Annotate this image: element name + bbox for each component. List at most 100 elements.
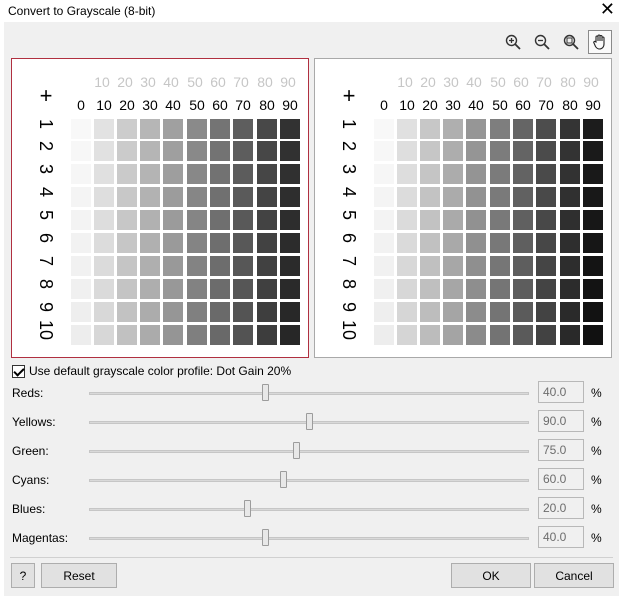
slider-thumb[interactable] xyxy=(244,500,252,517)
swatch-cell xyxy=(233,210,253,230)
swatch-cell xyxy=(536,141,556,161)
swatch-cell xyxy=(397,164,417,184)
swatch-cell xyxy=(257,256,277,276)
swatch-cell xyxy=(140,164,160,184)
slider-value-input[interactable] xyxy=(538,468,584,490)
zoom-in-icon[interactable] xyxy=(501,30,525,54)
swatch-cell xyxy=(490,256,510,276)
profile-option[interactable]: Use default grayscale color profile: Dot… xyxy=(12,363,291,379)
swatch-cell xyxy=(94,187,114,207)
swatch-cell xyxy=(117,119,137,139)
swatch-cell xyxy=(397,233,417,253)
swatch-cell xyxy=(583,233,603,253)
chart-label: 3 xyxy=(36,164,56,174)
swatch-cell xyxy=(71,187,91,207)
swatch-cell xyxy=(490,233,510,253)
slider-track[interactable] xyxy=(89,479,529,482)
swatch-cell xyxy=(466,119,486,139)
slider-value-input[interactable] xyxy=(538,439,584,461)
swatch-cell xyxy=(513,325,533,345)
swatch-cell xyxy=(560,302,580,322)
swatch-cell xyxy=(210,119,230,139)
chart-label: 60 xyxy=(210,74,226,90)
swatch-cell xyxy=(397,141,417,161)
swatch-cell xyxy=(163,210,183,230)
slider-thumb[interactable] xyxy=(262,384,269,401)
slider-thumb[interactable] xyxy=(306,413,313,430)
slider-value-input[interactable] xyxy=(538,526,584,548)
cancel-button[interactable]: Cancel xyxy=(534,563,614,588)
chart-label: 90 xyxy=(282,97,298,113)
swatch-cell xyxy=(163,141,183,161)
zoom-out-icon[interactable] xyxy=(530,30,554,54)
chart-label: 60 xyxy=(515,97,531,113)
reset-button[interactable]: Reset xyxy=(41,563,117,588)
slider-label: Magentas: xyxy=(12,531,69,545)
chart-label: 80 xyxy=(560,74,576,90)
window-title: Convert to Grayscale (8-bit) xyxy=(8,4,156,18)
slider-thumb[interactable] xyxy=(279,471,287,488)
slider-track[interactable] xyxy=(89,392,529,395)
slider-track[interactable] xyxy=(89,450,529,453)
chart-label: 0 xyxy=(77,97,85,113)
swatch-cell xyxy=(536,325,556,345)
swatch-cell xyxy=(560,164,580,184)
swatch-cell xyxy=(374,210,394,230)
preview-converted[interactable]: +10 20 30 40 50 60 70 80 90 0 10 20 30 40 50 60 70 80 90 1 2… xyxy=(314,58,612,358)
close-icon[interactable]: ✕ xyxy=(600,0,615,18)
swatch-cell xyxy=(140,302,160,322)
swatch-cell xyxy=(536,233,556,253)
swatch-cell xyxy=(187,325,207,345)
chart-label: 7 xyxy=(339,256,359,266)
swatch-cell xyxy=(420,141,440,161)
swatch-cell xyxy=(466,210,486,230)
grayscale-chart-original: +10 20 30 40 50 60 70 80 90 0 10 20 30 40 50 60 70 80 90 1 2… xyxy=(36,74,300,345)
chart-label: 80 xyxy=(257,74,273,90)
swatch-cell xyxy=(280,164,300,184)
divider xyxy=(10,557,613,558)
slider-thumb[interactable] xyxy=(262,529,269,546)
profile-checkbox[interactable] xyxy=(12,364,25,378)
swatch-cell xyxy=(374,325,394,345)
zoom-fit-icon[interactable] xyxy=(559,30,583,54)
hand-pan-icon[interactable] xyxy=(588,30,612,54)
swatch-cell xyxy=(513,164,533,184)
slider-value-input[interactable] xyxy=(538,381,584,403)
chart-label: + xyxy=(40,83,53,108)
slider-label: Yellows: xyxy=(12,415,56,429)
swatch-cell xyxy=(490,141,510,161)
swatch-cell xyxy=(233,302,253,322)
slider-thumb[interactable] xyxy=(292,442,300,459)
swatch-cell xyxy=(140,119,160,139)
grayscale-chart-converted: +10 20 30 40 50 60 70 80 90 0 10 20 30 40 50 60 70 80 90 1 2… xyxy=(339,74,603,345)
chart-label: 50 xyxy=(187,74,203,90)
swatch-cell xyxy=(513,233,533,253)
swatch-cell xyxy=(420,233,440,253)
swatch-cell xyxy=(490,210,510,230)
swatch-cell xyxy=(466,187,486,207)
slider-track[interactable] xyxy=(89,537,529,540)
preview-original[interactable]: +10 20 30 40 50 60 70 80 90 0 10 20 30 40 50 60 70 80 90 1 2… xyxy=(11,58,309,358)
chart-label: 40 xyxy=(163,74,179,90)
slider-value-input[interactable] xyxy=(538,497,584,519)
swatch-cell xyxy=(420,325,440,345)
swatch-cell xyxy=(163,164,183,184)
chart-label: 70 xyxy=(233,74,249,90)
chart-label: 4 xyxy=(36,187,56,197)
swatch-cell xyxy=(583,119,603,139)
swatch-cell xyxy=(117,164,137,184)
chart-label: 1 xyxy=(36,119,56,129)
swatch-cell xyxy=(513,256,533,276)
swatch-cell xyxy=(163,325,183,345)
help-button[interactable]: ? xyxy=(11,563,35,588)
slider-track[interactable] xyxy=(89,508,529,511)
swatch-cell xyxy=(443,302,463,322)
swatch-cell xyxy=(280,210,300,230)
swatch-cell xyxy=(71,164,91,184)
swatch-cell xyxy=(94,141,114,161)
chart-label: 5 xyxy=(339,210,359,220)
ok-button[interactable]: OK xyxy=(451,563,531,588)
swatch-cell xyxy=(117,279,137,299)
swatch-cell xyxy=(490,325,510,345)
slider-value-input[interactable] xyxy=(538,410,584,432)
